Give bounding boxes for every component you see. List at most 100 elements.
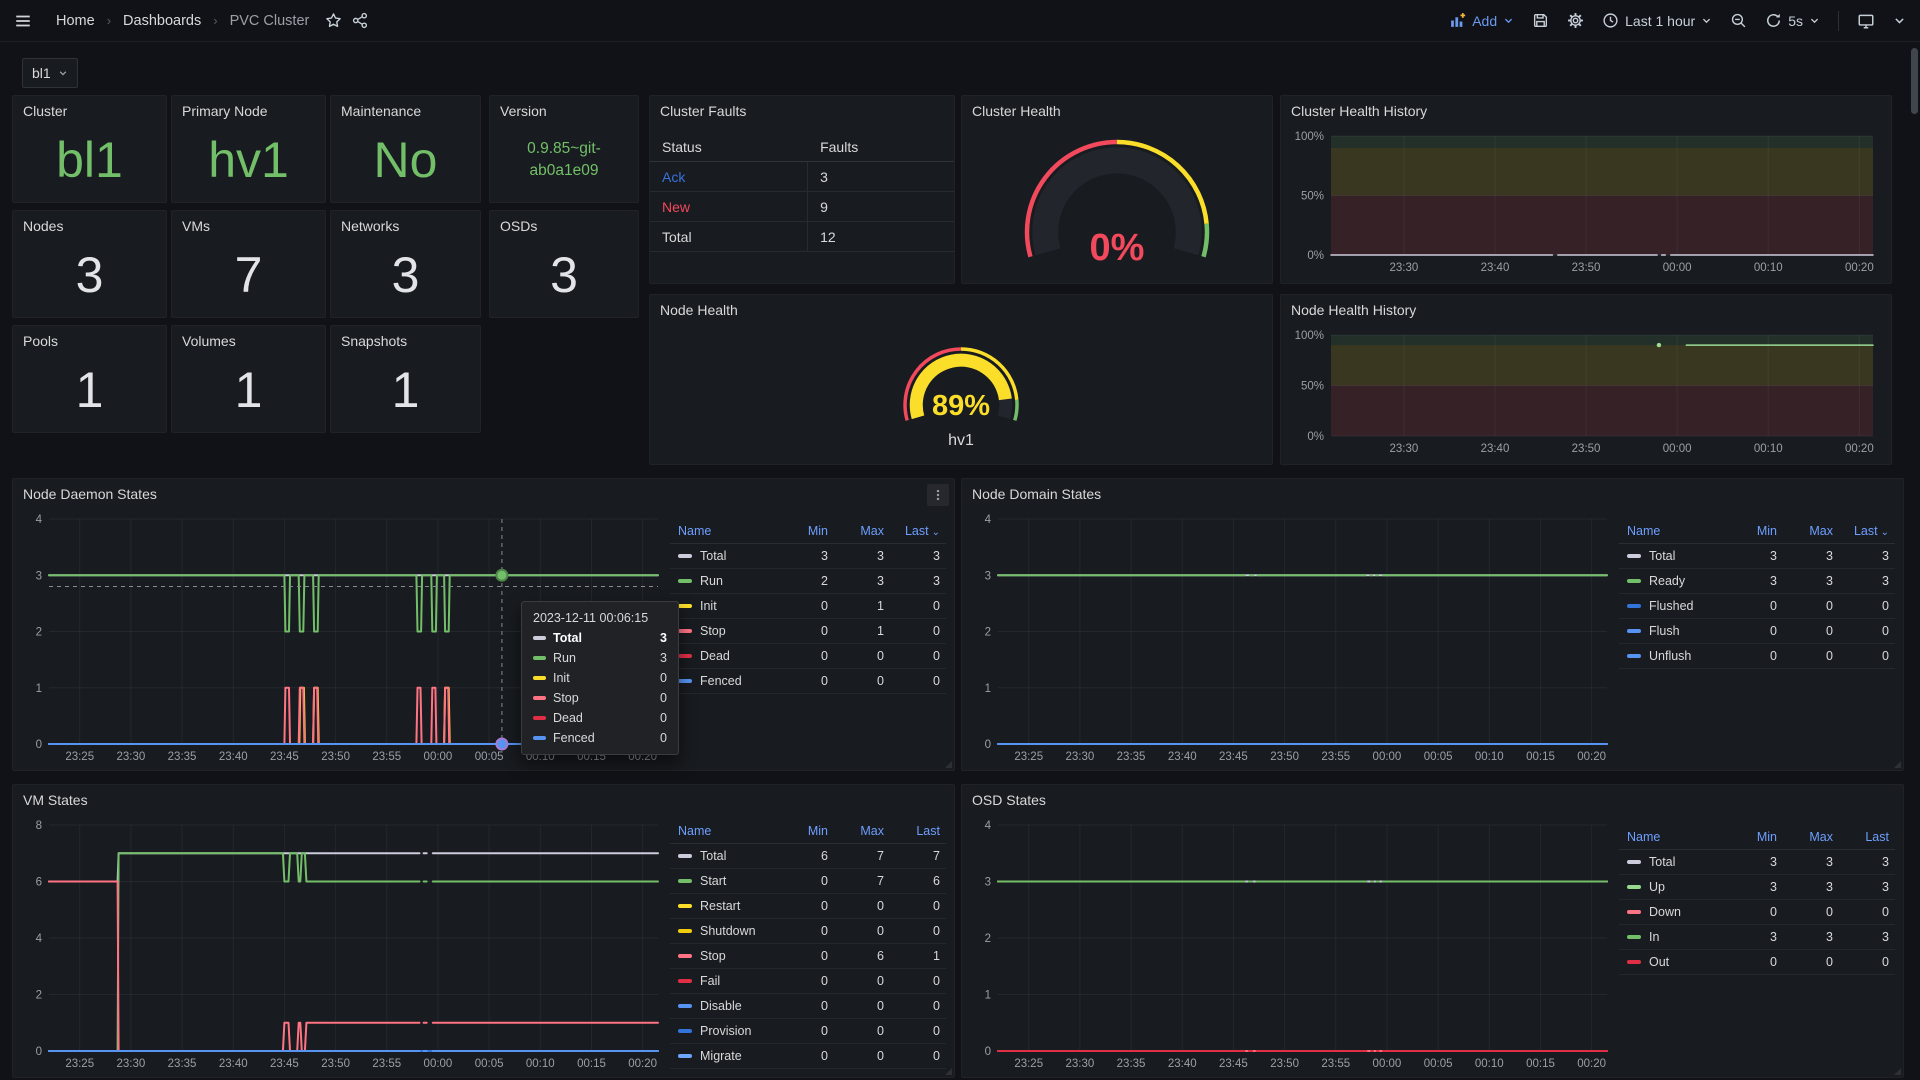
tv-mode-icon[interactable] <box>1857 12 1875 30</box>
panel-resize-handle[interactable] <box>945 761 952 768</box>
panel-menu-icon[interactable] <box>927 484 949 506</box>
vm-states-chart[interactable]: 0246823:2523:3023:3523:4023:4523:5023:55… <box>19 815 666 1073</box>
refresh-button[interactable]: 5s <box>1765 12 1820 29</box>
legend-header-last[interactable]: Last⌄ <box>890 524 946 538</box>
legend-series-name[interactable]: Up <box>1619 880 1727 894</box>
node-domain-states-chart[interactable]: 0123423:2523:3023:3523:4023:4523:5023:55… <box>968 509 1615 766</box>
legend-series-name[interactable]: Fail <box>670 974 778 988</box>
tooltip-series-name: Total <box>553 631 582 645</box>
panel-title: Node Domain States <box>962 479 1903 509</box>
legend-header-max[interactable]: Max <box>1783 524 1839 538</box>
dashboard-settings-icon[interactable] <box>1567 12 1584 29</box>
page-scrollbar[interactable] <box>1911 48 1918 114</box>
variable-selector-cluster[interactable]: bl1 <box>22 58 78 88</box>
legend-header-name[interactable]: Name <box>1619 830 1727 844</box>
chevron-down-icon[interactable] <box>1893 14 1906 27</box>
legend-series-name[interactable]: Ready <box>1619 574 1727 588</box>
legend-last-value: 0 <box>890 999 946 1013</box>
legend-series-name[interactable]: Total <box>1619 855 1727 869</box>
legend-header-last[interactable]: Last <box>890 824 946 838</box>
legend-header-min[interactable]: Min <box>778 824 834 838</box>
legend-header-max[interactable]: Max <box>1783 830 1839 844</box>
node-domain-states-svg: 0123423:2523:3023:3523:4023:4523:5023:55… <box>968 509 1615 766</box>
panel-stat-version: Version 0.9.85~git- ab0a1e09 <box>489 95 639 203</box>
legend-series-name[interactable]: In <box>1619 930 1727 944</box>
share-icon[interactable] <box>352 12 369 29</box>
series-label: Down <box>1649 905 1681 919</box>
legend-series-name[interactable]: Restart <box>670 899 778 913</box>
legend-header-max[interactable]: Max <box>834 824 890 838</box>
legend-series-name[interactable]: Fenced <box>670 674 778 688</box>
svg-text:2: 2 <box>985 933 991 945</box>
legend-series-name[interactable]: Total <box>670 549 778 563</box>
legend-header-name[interactable]: Name <box>670 824 778 838</box>
node-health-history-chart[interactable]: 0%50%100%23:3023:4023:5000:0000:1000:20 <box>1287 325 1881 458</box>
panel-resize-handle[interactable] <box>1894 761 1901 768</box>
zoom-out-icon[interactable] <box>1730 12 1747 29</box>
legend-min-value: 0 <box>778 624 834 638</box>
legend-series-name[interactable]: Stop <box>670 624 778 638</box>
legend-series-name[interactable]: Disable <box>670 999 778 1013</box>
faults-col-faults[interactable]: Faults <box>808 139 858 155</box>
faults-col-status[interactable]: Status <box>650 132 808 161</box>
sort-chevron-icon: ⌄ <box>932 527 940 538</box>
breadcrumb-home[interactable]: Home <box>56 13 95 29</box>
panel-cluster-faults: Cluster Faults Status Faults Ack 3 New 9… <box>649 95 955 284</box>
legend-last-value: 3 <box>1839 574 1895 588</box>
stat-value: bl1 <box>56 135 123 185</box>
svg-text:23:30: 23:30 <box>1389 262 1418 274</box>
legend-row-fenced: Fenced000 <box>670 669 946 694</box>
legend-max-value: 0 <box>834 674 890 688</box>
legend-series-name[interactable]: Shutdown <box>670 924 778 938</box>
legend-series-name[interactable]: Unflush <box>1619 649 1727 663</box>
faults-table: Status Faults Ack 3 New 9 Total 12 <box>650 132 954 252</box>
legend-header-last[interactable]: Last <box>1839 830 1895 844</box>
legend-series-name[interactable]: Total <box>1619 549 1727 563</box>
panel-resize-handle[interactable] <box>1894 1068 1901 1075</box>
time-range-picker[interactable]: Last 1 hour <box>1602 12 1712 29</box>
series-label: Flushed <box>1649 599 1693 613</box>
legend-series-name[interactable]: Dead <box>670 649 778 663</box>
cluster-health-history-chart[interactable]: 0%50%100%23:3023:4023:5000:0000:1000:20 <box>1287 126 1881 277</box>
tooltip-series-name: Stop <box>553 691 579 705</box>
legend-series-name[interactable]: Stop <box>670 949 778 963</box>
panel-resize-handle[interactable] <box>945 1068 952 1075</box>
svg-text:23:55: 23:55 <box>372 1058 401 1070</box>
svg-text:00:15: 00:15 <box>1526 1058 1555 1070</box>
series-color-swatch <box>1627 885 1641 889</box>
panel-node-health-history: Node Health History 0%50%100%23:3023:402… <box>1280 294 1892 465</box>
legend-series-name[interactable]: Flushed <box>1619 599 1727 613</box>
tooltip-row-run: Run3 <box>533 651 667 665</box>
legend-series-name[interactable]: Down <box>1619 905 1727 919</box>
add-panel-button[interactable]: Add <box>1449 12 1514 29</box>
hover-point <box>496 739 507 750</box>
legend-series-name[interactable]: Start <box>670 874 778 888</box>
favorite-star-icon[interactable] <box>325 12 342 29</box>
series-color-swatch <box>533 696 546 700</box>
save-dashboard-icon[interactable] <box>1532 12 1549 29</box>
legend-series-name[interactable]: Migrate <box>670 1049 778 1063</box>
breadcrumb-dashboards[interactable]: Dashboards <box>123 13 201 29</box>
legend-header-min[interactable]: Min <box>1727 524 1783 538</box>
legend-header-name[interactable]: Name <box>670 524 778 538</box>
legend-series-name[interactable]: Init <box>670 599 778 613</box>
legend-series-name[interactable]: Flush <box>1619 624 1727 638</box>
legend-header-last[interactable]: Last⌄ <box>1839 524 1895 538</box>
variable-value: bl1 <box>32 65 51 81</box>
legend-series-name[interactable]: Out <box>1619 955 1727 969</box>
legend-series-name[interactable]: Run <box>670 574 778 588</box>
legend-header-min[interactable]: Min <box>778 524 834 538</box>
legend-row-start: Start076 <box>670 869 946 894</box>
legend-header-min[interactable]: Min <box>1727 830 1783 844</box>
legend-max-value: 0 <box>834 1049 890 1063</box>
legend-min-value: 0 <box>778 674 834 688</box>
legend-header-name[interactable]: Name <box>1619 524 1727 538</box>
legend-header-max[interactable]: Max <box>834 524 890 538</box>
osd-states-chart[interactable]: 0123423:2523:3023:3523:4023:4523:5023:55… <box>968 815 1615 1073</box>
menu-icon[interactable] <box>14 12 32 30</box>
legend-series-name[interactable]: Provision <box>670 1024 778 1038</box>
vm-states-legend: NameMinMaxLastTotal677Start076Restart000… <box>670 819 946 1069</box>
legend-series-name[interactable]: Total <box>670 849 778 863</box>
series-color-swatch <box>533 636 546 640</box>
stat-value: hv1 <box>208 135 289 185</box>
